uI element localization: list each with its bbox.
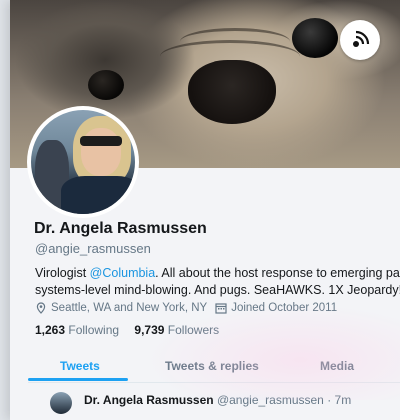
profile-handle: @angie_rasmussen	[35, 241, 151, 256]
joined-text: Joined October 2011	[231, 302, 338, 314]
bio-text: . All about the host response to emergin…	[155, 266, 400, 280]
followers-link[interactable]: 9,739 Followers	[134, 323, 219, 337]
location-pin-icon	[36, 302, 46, 314]
avatar[interactable]	[50, 392, 72, 414]
location: Seattle, WA and New York, NY	[35, 302, 207, 314]
tweet-time[interactable]: · 7m	[327, 393, 351, 407]
join-date: Joined October 2011	[215, 302, 337, 314]
pug-eye	[88, 70, 124, 100]
following-label: Following	[68, 323, 120, 337]
pug-eye	[292, 18, 338, 58]
podcast-icon[interactable]	[340, 20, 380, 60]
tweet-author-handle: @angie_rasmussen	[216, 393, 324, 407]
location-text: Seattle, WA and New York, NY	[51, 302, 208, 314]
tweet-author-name[interactable]: Dr. Angela Rasmussen	[84, 393, 214, 407]
bio-line-2: systems-level mind-blowing. And pugs. Se…	[35, 283, 400, 297]
followers-count: 9,739	[134, 323, 165, 337]
tab-tweets[interactable]: Tweets	[60, 359, 100, 373]
active-tab-indicator	[28, 378, 128, 381]
follow-counts: 1,263 Following 9,739 Followers	[35, 323, 231, 337]
profile-meta: Seattle, WA and New York, NY Joined Octo…	[35, 302, 345, 314]
tweet-preview[interactable]: Dr. Angela Rasmussen @angie_rasmussen · …	[50, 390, 400, 414]
profile-avatar[interactable]	[27, 106, 139, 218]
profile-bio: Virologist @Columbia. All about the host…	[35, 265, 400, 299]
tab-media[interactable]: Media	[320, 359, 354, 373]
pug-wrinkle	[180, 28, 290, 55]
bio-line-1: Virologist @Columbia. All about the host…	[35, 265, 400, 282]
bio-mention-link[interactable]: @Columbia	[90, 266, 156, 280]
following-link[interactable]: 1,263 Following	[35, 323, 119, 337]
following-count: 1,263	[35, 323, 66, 337]
profile-name: Dr. Angela Rasmussen	[34, 220, 207, 237]
tweet-header: Dr. Angela Rasmussen @angie_rasmussen · …	[84, 393, 351, 407]
bio-text: Virologist	[35, 266, 90, 280]
tab-tweets-replies[interactable]: Tweets & replies	[165, 359, 259, 373]
followers-label: Followers	[167, 323, 220, 337]
profile-tabs: Tweets Tweets & replies Media	[28, 352, 400, 383]
calendar-icon	[215, 303, 227, 314]
